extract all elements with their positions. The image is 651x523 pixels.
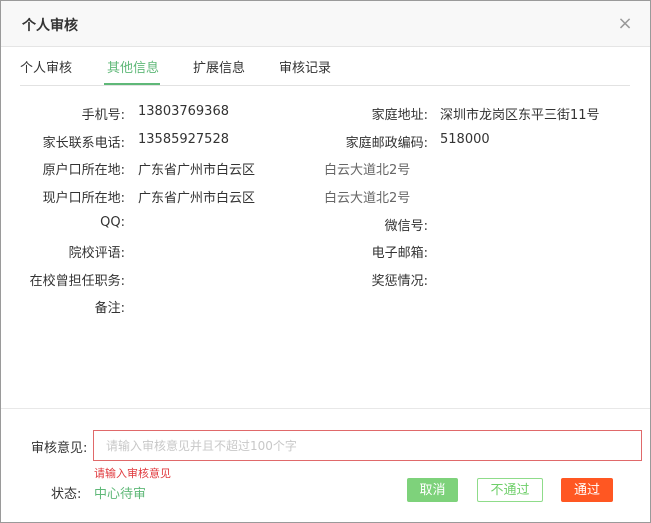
parent-phone-value: 13585927528	[138, 132, 229, 147]
home-postcode-value: 518000	[440, 132, 490, 147]
awards-label: 奖惩情况:	[371, 274, 428, 289]
active-tab-indicator	[104, 83, 160, 85]
opinion-label: 审核意见:	[31, 441, 88, 456]
opinion-error-text: 请输入审核意见	[94, 467, 171, 480]
origin-hukou-label: 原户口所在地:	[42, 163, 125, 178]
tab-bar: 个人审核 其他信息 扩展信息 审核记录	[20, 47, 630, 86]
home-postcode-label: 家庭邮政编码:	[345, 136, 428, 151]
tab-personal-review[interactable]: 个人审核	[20, 47, 72, 85]
close-icon[interactable]: ×	[616, 15, 634, 33]
home-address-label: 家庭地址:	[371, 108, 428, 123]
parent-phone-label: 家长联系电话:	[42, 136, 125, 151]
qq-label: QQ:	[100, 215, 125, 230]
current-hukou-detail: 白云大道北2号	[324, 191, 411, 206]
status-label: 状态:	[51, 487, 82, 502]
email-label: 电子邮箱:	[371, 246, 428, 261]
origin-hukou-value: 广东省广州市白云区	[138, 163, 256, 178]
wechat-label: 微信号:	[384, 219, 428, 234]
tab-extended-info[interactable]: 扩展信息	[193, 47, 245, 85]
footer-divider	[1, 408, 650, 409]
cancel-button[interactable]: 取消	[407, 478, 458, 502]
approve-button[interactable]: 通过	[561, 478, 613, 502]
dialog-title: 个人审核	[22, 18, 78, 34]
current-hukou-value: 广东省广州市白云区	[138, 191, 256, 206]
review-dialog: 个人审核 × 个人审核 其他信息 扩展信息 审核记录 手机号: 13803769…	[0, 0, 651, 523]
phone-label: 手机号:	[81, 108, 125, 123]
dialog-header: 个人审核 ×	[1, 1, 650, 47]
status-value: 中心待审	[94, 487, 147, 502]
remark-label: 备注:	[94, 301, 125, 316]
tab-other-info[interactable]: 其他信息	[107, 47, 159, 85]
phone-value: 13803769368	[138, 104, 229, 119]
school-comment-label: 院校评语:	[68, 246, 125, 261]
opinion-input[interactable]	[93, 430, 642, 461]
tab-review-history[interactable]: 审核记录	[279, 47, 331, 85]
current-hukou-label: 现户口所在地:	[42, 191, 125, 206]
school-position-label: 在校曾担任职务:	[29, 274, 125, 289]
home-address-value: 深圳市龙岗区东平三街11号	[440, 108, 600, 123]
reject-button[interactable]: 不通过	[477, 478, 543, 502]
origin-hukou-detail: 白云大道北2号	[324, 163, 411, 178]
